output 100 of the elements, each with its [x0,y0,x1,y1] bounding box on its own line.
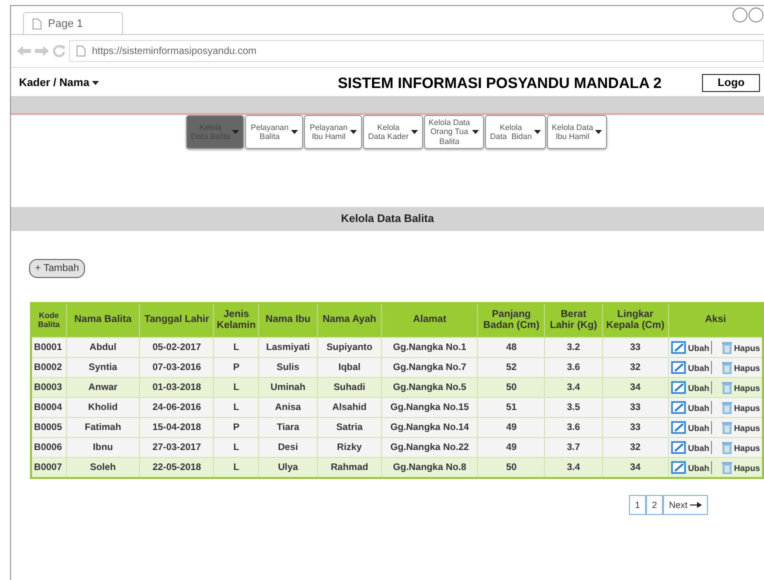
table-cell: Gg.Nangka No.15 [382,398,478,418]
caret-icon [92,81,100,86]
arrow-right-icon [690,502,702,508]
edit-icon [671,381,686,394]
edit-button[interactable]: Ubah [671,441,712,454]
edit-button[interactable]: Ubah [671,421,712,434]
menu-button[interactable]: Pelayanan Balita [245,115,304,149]
table-cell: L [214,438,259,458]
table-cell: 51 [478,398,545,418]
delete-button[interactable]: Hapus [722,461,760,474]
column-header: Berat Lahir (Kg) [544,303,602,338]
table-cell: Ibnu [66,438,140,458]
add-button[interactable]: + Tambah [29,259,86,278]
table-cell: 3.5 [544,398,602,418]
column-header: Alamat [382,303,478,338]
table-cell: 33 [602,418,669,438]
table-cell: 49 [478,418,545,438]
edit-button[interactable]: Ubah [671,461,712,474]
page-icon [32,18,42,30]
trash-icon [722,381,732,394]
page-link[interactable]: 1 [629,495,646,515]
trash-icon [722,401,732,414]
table-cell: 52 [478,358,545,378]
edit-button[interactable]: Ubah [671,341,712,354]
table-cell: P [214,418,259,438]
edit-button[interactable]: Ubah [671,381,712,394]
caret-icon [410,130,418,134]
column-header: Panjang Badan (Cm) [478,303,545,338]
forward-icon[interactable] [35,45,49,57]
table-cell: 24-06-2016 [140,398,214,418]
address-field[interactable]: https://sisteminformasiposyandu.com [69,40,764,62]
table-cell: 15-04-2018 [140,418,214,438]
table-cell: P [214,358,259,378]
table-cell: Uminah [258,378,318,398]
menu-button[interactable]: Kelola Data Orang Tua Balita [424,115,484,149]
column-header: Nama Balita [66,303,140,338]
user-menu[interactable]: Kader / Nama [19,77,338,89]
trash-icon [722,361,732,374]
column-header: Lingkar Kepala (Cm) [602,303,669,338]
delete-button[interactable]: Hapus [722,381,760,394]
app-title: SISTEM INFORMASI POSYANDU MANDALA 2 [338,74,663,92]
trash-icon [722,461,732,474]
table-cell: 3.4 [544,458,602,478]
table-cell: L [214,378,259,398]
menu-button[interactable]: Pelayanan Ibu Hamil [304,115,362,149]
table-cell: Syntia [66,358,140,378]
edit-icon [671,401,686,414]
section-title: Kelola Data Balita [341,213,434,225]
table-cell: 33 [602,398,669,418]
browser-tab[interactable]: Page 1 [23,12,123,34]
caret-icon [534,130,541,134]
table-cell: B0007 [31,458,66,478]
reload-icon[interactable] [53,45,65,57]
table-cell: Supiyanto [317,338,382,358]
menu-button[interactable]: Kelola Data Kader [363,115,423,149]
table-cell: Alsahid [317,398,382,418]
table-cell: 50 [478,458,545,478]
edit-icon [671,441,686,454]
page-icon [76,45,86,57]
table-cell: 50 [478,378,545,398]
table-cell: L [214,398,259,418]
table-cell: Desi [258,438,318,458]
delete-button[interactable]: Hapus [722,421,760,434]
edit-icon [671,461,686,474]
table-cell: L [214,458,259,478]
menu-button[interactable]: Kelola Data Bidan [484,115,546,149]
table-cell: Ulya [258,458,318,478]
page-link[interactable]: Next [663,495,708,515]
table-cell: 34 [602,458,669,478]
table-cell: 3.6 [544,358,602,378]
table-cell: Gg.Nangka No.5 [382,378,478,398]
table-cell: Sulis [258,358,318,378]
table-cell: Anwar [66,378,140,398]
back-icon[interactable] [17,45,31,57]
delete-button[interactable]: Hapus [722,361,760,374]
table-cell: B0004 [31,398,66,418]
table-cell: Gg.Nangka No.7 [382,358,478,378]
table-cell: B0005 [31,418,66,438]
menu-button[interactable]: Kelola Data Ibu Hamil [546,115,608,149]
column-header: Kode Balita [31,303,66,338]
delete-button[interactable]: Hapus [722,441,760,454]
caret-icon [232,130,240,134]
trash-icon [722,341,732,354]
table-cell: Suhadi [317,378,382,398]
column-header: Aksi [668,303,763,338]
table-cell: Satria [317,418,382,438]
table-cell: B0002 [31,358,66,378]
page-link[interactable]: 2 [646,495,664,515]
table-cell: Gg.Nangka No.14 [382,418,478,438]
delete-button[interactable]: Hapus [722,341,760,354]
edit-button[interactable]: Ubah [671,401,712,414]
logo-text: Logo [718,77,745,89]
edit-button[interactable]: Ubah [671,361,712,374]
table-cell: B0006 [31,438,66,458]
table-cell: 48 [478,338,545,358]
table-cell: 32 [602,438,669,458]
table-cell: Abdul [66,338,140,358]
table-cell: 05-02-2017 [140,338,214,358]
table-cell: Iqbal [317,358,382,378]
delete-button[interactable]: Hapus [722,401,760,414]
